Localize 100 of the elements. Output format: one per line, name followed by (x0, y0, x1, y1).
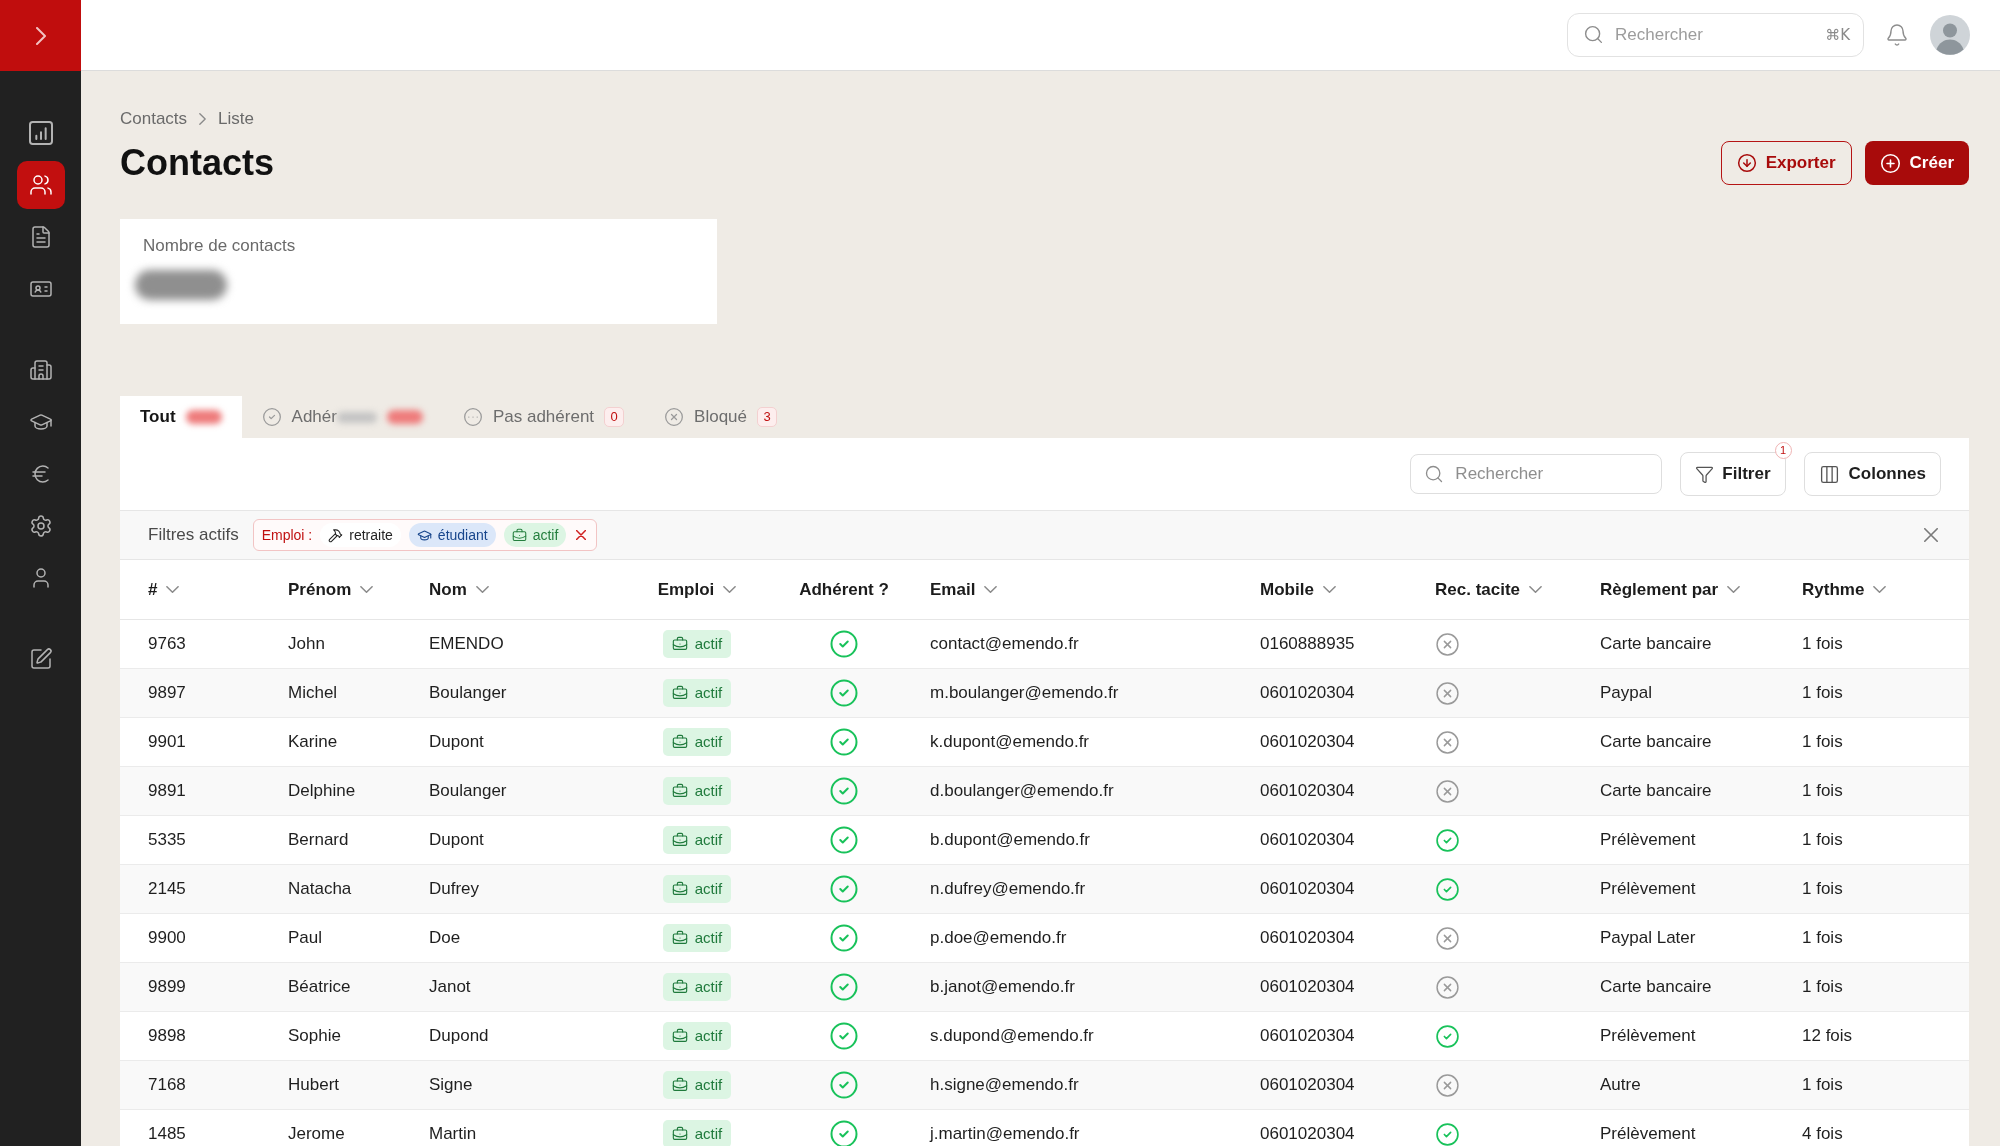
table-cell-text: contact@emendo.fr (930, 633, 1079, 656)
chevron-right-icon (35, 26, 46, 45)
search-icon (1424, 464, 1445, 484)
column-header[interactable]: Prénom (288, 576, 374, 603)
table-cell-text: 1 fois (1802, 780, 1843, 803)
table-cell-text: h.signe@emendo.fr (930, 1074, 1079, 1097)
tab[interactable]: Bloqué 3 (644, 396, 797, 438)
badge-label: actif (694, 682, 723, 703)
table-cell-text: s.dupond@emendo.fr (930, 1025, 1094, 1048)
column-header[interactable]: Mobile (1260, 576, 1336, 603)
briefcase-icon (671, 734, 688, 750)
create-button[interactable]: Créer (1864, 141, 1969, 185)
table-cell-text: 9897 (148, 682, 186, 705)
table-cell-text: Boulanger (429, 780, 507, 803)
column-header[interactable]: Nom (429, 576, 489, 603)
table-cell-text: Martin (429, 1123, 477, 1146)
badge-label: actif (694, 878, 723, 899)
table-cell-text: k.dupont@emendo.fr (930, 731, 1090, 754)
filter-tag[interactable]: retraite (320, 523, 401, 547)
table-cell-text: Michel (288, 682, 338, 705)
export-button[interactable]: Exporter (1720, 141, 1852, 185)
table-cell-text: John (288, 633, 325, 656)
column-header[interactable]: Rec. tacite (1435, 576, 1543, 603)
close-icon (576, 530, 587, 540)
table-cell-text: 0601020304 (1260, 731, 1355, 754)
table-cell-text: 1 fois (1802, 633, 1843, 656)
table-cell-text: 0601020304 (1260, 1123, 1355, 1146)
graduation-cap-icon (416, 527, 432, 543)
chart-icon (28, 121, 53, 145)
table-cell-text: p.doe@emendo.fr (930, 927, 1067, 950)
breadcrumb-link[interactable]: Contacts (120, 106, 188, 132)
briefcase-icon (671, 1028, 688, 1044)
remove-filter-button[interactable] (574, 528, 589, 542)
table-cell-text: Janot (429, 976, 471, 999)
table-cell-text: 1 fois (1802, 731, 1843, 754)
columns-icon (1818, 463, 1840, 485)
column-header[interactable]: # (148, 576, 180, 603)
table-cell-text: Delphine (288, 780, 356, 803)
briefcase-icon (671, 832, 688, 848)
filter-tag[interactable]: étudiant (408, 523, 496, 547)
table-cell-text: Signe (429, 1074, 473, 1097)
table-cell-text: 1 fois (1802, 927, 1843, 950)
briefcase-icon (671, 685, 688, 701)
table-cell-text: Prélèvement (1600, 878, 1696, 901)
table-cell-text: Carte bancaire (1600, 780, 1712, 803)
stat-label: Nombre de contacts (143, 235, 297, 257)
column-header[interactable]: Email (930, 576, 998, 603)
count-badge: 0 (604, 407, 625, 427)
table-cell-text: Carte bancaire (1600, 633, 1712, 656)
table-cell-text: 4 fois (1802, 1123, 1843, 1146)
briefcase-icon (671, 783, 688, 799)
table-cell-text: Dufrey (429, 878, 480, 901)
table-cell-text: Béatrice (288, 976, 351, 999)
tab[interactable]: Adhér (241, 396, 443, 438)
columns-button[interactable]: Colonnes (1803, 452, 1941, 496)
table-cell-text: Jerome (288, 1123, 345, 1146)
table-cell-text: Prélèvement (1600, 1025, 1696, 1048)
briefcase-icon (671, 636, 688, 652)
building-icon (28, 358, 53, 382)
table-cell-text: Dupont (429, 731, 484, 754)
table-cell-text: Dupont (429, 829, 484, 852)
settings-icon (28, 514, 53, 538)
bell-icon (1885, 22, 1909, 48)
column-header[interactable]: Emploi (657, 576, 737, 603)
download-icon (1736, 153, 1757, 173)
avatar-icon[interactable] (1930, 15, 1970, 55)
badge-label: actif (694, 927, 723, 948)
tab[interactable]: Pas adhérent 0 (442, 396, 645, 438)
table-cell-text: Boulanger (429, 682, 507, 705)
table-cell-text: 9891 (148, 780, 186, 803)
column-header[interactable]: Règlement par (1600, 576, 1741, 603)
badge-label: actif (694, 1074, 723, 1095)
badge-label: actif (694, 731, 723, 752)
filter-field-label: Emploi : (261, 525, 313, 545)
table-cell-text: n.dufrey@emendo.fr (930, 878, 1086, 901)
tab[interactable]: Tout (120, 396, 242, 438)
funnel-icon (1695, 464, 1715, 484)
badge-label: actif (694, 976, 723, 997)
table-cell-text: 9900 (148, 927, 186, 950)
clear-filters-button[interactable] (1921, 525, 1941, 545)
page-title: Contacts (120, 141, 275, 185)
breadcrumb-current: Liste (218, 108, 254, 131)
table-cell-text: Autre (1600, 1074, 1641, 1097)
table-cell-text: 0601020304 (1260, 829, 1355, 852)
column-header[interactable]: Rythme (1802, 576, 1887, 603)
table-cell-text: Natacha (288, 878, 352, 901)
close-icon (1924, 528, 1938, 542)
table-cell-text: 2145 (148, 878, 186, 901)
search-field[interactable]: Rechercher (1410, 454, 1663, 494)
filter-tag[interactable]: actif (503, 523, 567, 547)
ellipsis-circle-icon (462, 407, 483, 427)
table-cell-text: 9763 (148, 633, 186, 656)
briefcase-icon (671, 979, 688, 995)
sidebar-item[interactable] (16, 161, 65, 209)
hammer-icon (328, 527, 344, 543)
search-icon (1583, 24, 1604, 45)
table-cell-text: 0160888935 (1260, 633, 1355, 656)
badge-label: actif (694, 829, 723, 850)
table-cell-text: 1 fois (1802, 1074, 1843, 1097)
briefcase-icon (511, 527, 527, 543)
